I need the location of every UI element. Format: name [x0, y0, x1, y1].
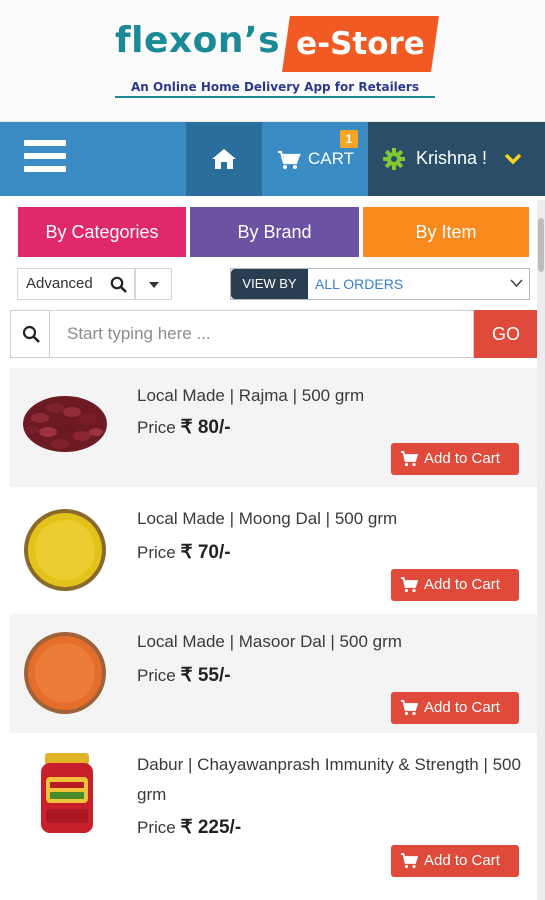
search-icon — [110, 276, 127, 293]
price-label: Price — [137, 418, 181, 437]
search-icon-box — [10, 310, 50, 358]
masoor-dal-image — [24, 632, 106, 714]
add-to-cart-label: Add to Cart — [424, 576, 500, 593]
add-to-cart-label: Add to Cart — [424, 450, 500, 467]
product-price-row: Price ₹ 70/- — [137, 541, 231, 564]
moong-dal-image — [24, 509, 106, 591]
search-icon — [22, 325, 40, 343]
product-card: Dabur | Chayawanprash Immunity & Strengt… — [10, 737, 540, 887]
price-value: ₹ 55/- — [180, 665, 231, 686]
advanced-search-button[interactable]: Advanced — [17, 268, 135, 300]
home-button[interactable] — [186, 122, 262, 196]
product-card: Local Made | Masoor Dal | 500 grm Price … — [10, 614, 540, 733]
add-to-cart-button[interactable]: Add to Cart — [391, 569, 519, 601]
logo-estore-badge: e-Store — [282, 16, 439, 72]
add-to-cart-button[interactable]: Add to Cart — [391, 443, 519, 475]
product-card: Local Made | Rajma | 500 grm Price ₹ 80/… — [10, 368, 540, 487]
cart-count-badge: 1 — [340, 130, 358, 148]
product-price-row: Price ₹ 80/- — [137, 416, 231, 439]
chevron-down-icon — [504, 153, 522, 165]
advanced-dropdown-toggle[interactable] — [135, 268, 172, 300]
user-name-label: Krishna ! — [416, 148, 488, 168]
gear-icon — [383, 148, 405, 170]
logo-text-estore: e-Store — [296, 26, 425, 62]
add-to-cart-label: Add to Cart — [424, 699, 500, 716]
price-value: ₹ 80/- — [180, 417, 231, 438]
tab-by-brand[interactable]: By Brand — [190, 207, 359, 257]
add-to-cart-label: Add to Cart — [424, 852, 500, 869]
rajma-image — [23, 396, 107, 452]
cart-icon — [278, 150, 301, 169]
cart-icon — [401, 451, 418, 467]
tab-by-item[interactable]: By Item — [363, 207, 529, 257]
price-label: Price — [137, 818, 181, 837]
price-value: ₹ 225/- — [180, 817, 242, 838]
price-label: Price — [137, 543, 181, 562]
search-input[interactable] — [49, 310, 474, 358]
chyawanprash-jar-image — [41, 753, 93, 833]
product-name: Local Made | Rajma | 500 grm — [137, 386, 365, 405]
user-menu-button[interactable]: Krishna ! — [368, 122, 545, 196]
price-label: Price — [137, 666, 181, 685]
chevron-down-icon — [510, 279, 523, 288]
view-by-select[interactable]: VIEW BY ALL ORDERS — [230, 268, 530, 300]
add-to-cart-button[interactable]: Add to Cart — [391, 845, 519, 877]
cart-icon — [401, 577, 418, 593]
price-value: ₹ 70/- — [180, 542, 231, 563]
go-button[interactable]: GO — [474, 310, 538, 358]
logo-tagline: An Online Home Delivery App for Retailer… — [131, 80, 419, 94]
product-card: Local Made | Moong Dal | 500 grm Price ₹… — [10, 491, 540, 610]
cart-icon — [401, 700, 418, 716]
home-icon — [212, 149, 236, 169]
cart-icon — [401, 853, 418, 869]
product-price-row: Price ₹ 55/- — [137, 664, 231, 687]
hamburger-menu-icon[interactable] — [24, 140, 66, 176]
cart-button[interactable]: CART 1 — [262, 122, 368, 196]
product-price-row: Price ₹ 225/- — [137, 816, 241, 839]
advanced-label: Advanced — [26, 275, 93, 292]
add-to-cart-button[interactable]: Add to Cart — [391, 692, 519, 724]
view-by-label: VIEW BY — [231, 269, 308, 299]
app-header: flexon’s e-Store An Online Home Delivery… — [0, 0, 545, 122]
product-list: Local Made | Rajma | 500 grm Price ₹ 80/… — [10, 368, 540, 891]
product-name: Local Made | Masoor Dal | 500 grm — [137, 632, 402, 651]
product-name: Dabur | Chayawanprash Immunity & Strengt… — [137, 755, 521, 804]
logo-text-flexons: flexon’s — [115, 20, 281, 61]
logo-underline — [115, 96, 435, 98]
tab-by-categories[interactable]: By Categories — [18, 207, 186, 257]
caret-down-icon — [149, 282, 159, 288]
cart-label: CART — [308, 149, 354, 168]
scrollbar-thumb[interactable] — [538, 218, 544, 272]
page-scrollbar[interactable] — [537, 200, 545, 900]
view-by-value: ALL ORDERS — [315, 276, 404, 292]
main-navbar: CART 1 Krishna ! — [0, 122, 545, 196]
product-name: Local Made | Moong Dal | 500 grm — [137, 509, 398, 528]
